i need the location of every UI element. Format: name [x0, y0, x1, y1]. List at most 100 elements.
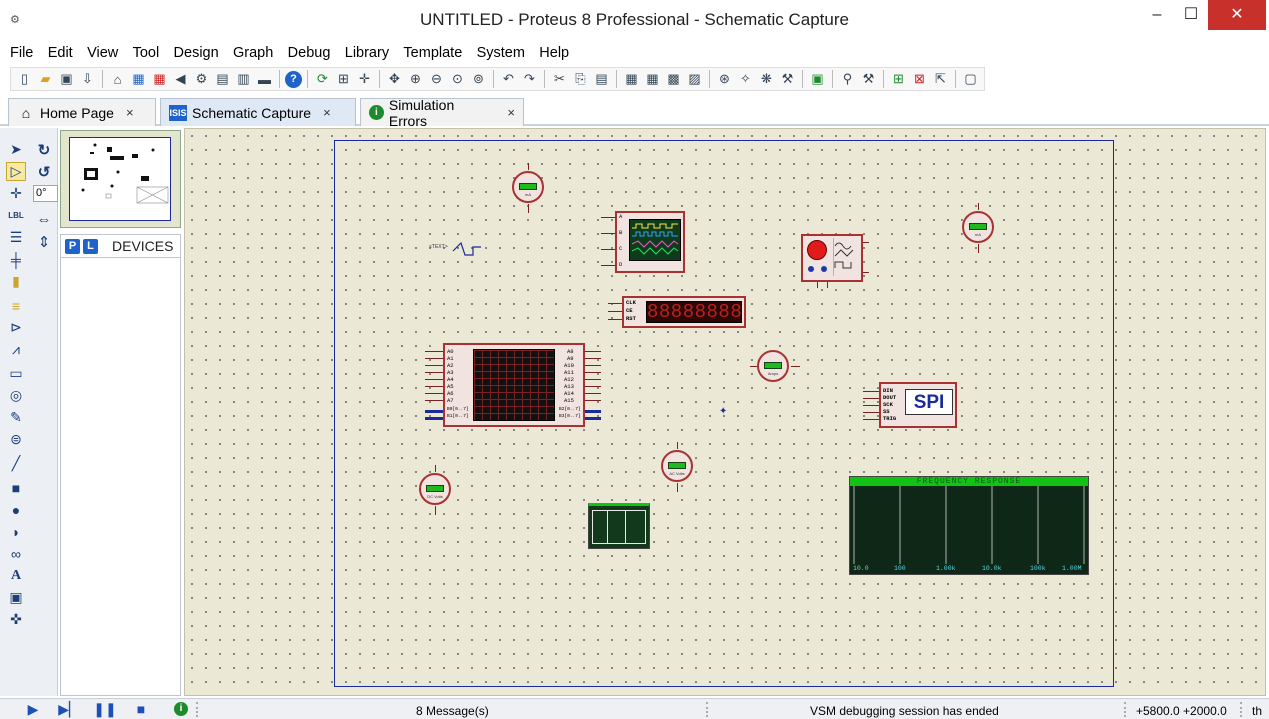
zoom-all-icon[interactable]: ⊙ — [448, 70, 467, 89]
pick-devices-button[interactable]: P — [65, 238, 80, 254]
logic-analyser[interactable]: A0 A1 A2 A3 A4 A5 A6 A7 B0[0..7] B1[0..7… — [425, 341, 601, 431]
netlist-icon[interactable]: ▢ — [961, 70, 980, 89]
block-delete-icon[interactable]: ▨ — [685, 70, 704, 89]
tab-close-icon[interactable]: × — [323, 105, 331, 120]
exit-sheet-icon[interactable]: ⇱ — [931, 70, 950, 89]
play-icon[interactable]: ▶ — [25, 701, 41, 717]
remove-sheet-icon[interactable]: ⊠ — [910, 70, 929, 89]
voltage-probe-icon[interactable]: ✎ — [6, 408, 26, 427]
minimize-button[interactable]: – — [1140, 0, 1174, 30]
import-icon[interactable]: ⇩ — [78, 70, 97, 89]
symbol-icon[interactable]: ▣ — [6, 588, 26, 607]
stop-icon[interactable]: ■ — [133, 701, 149, 717]
junction-dot-icon[interactable]: ✛ — [6, 184, 26, 203]
origin-icon[interactable]: ✛ — [355, 70, 374, 89]
milliammeter-top-left[interactable]: mA — [511, 163, 547, 213]
menu-library[interactable]: Library — [340, 42, 394, 64]
menu-tool[interactable]: Tool — [128, 42, 165, 64]
bus-icon[interactable]: ╪ — [6, 250, 26, 269]
subcircuit-icon[interactable]: ▮ — [6, 272, 26, 291]
design-explorer-icon[interactable]: ▥ — [234, 70, 253, 89]
tape-recorder-icon[interactable]: ▭ — [6, 364, 26, 383]
virtual-instruments-icon[interactable]: ⊜ — [6, 430, 26, 449]
zoom-in-icon[interactable]: ⊕ — [406, 70, 425, 89]
rotate-anticlockwise-icon[interactable]: ↺ — [34, 162, 54, 181]
text-script-icon[interactable]: ☰ — [6, 228, 26, 247]
property-tool-icon[interactable]: ⚒ — [859, 70, 878, 89]
menu-edit[interactable]: Edit — [43, 42, 78, 64]
schematic-canvas[interactable]: mA mA <TEXT> A B C D CLK CE RST 88888888… — [184, 128, 1266, 696]
probe-marker[interactable]: ✦ — [719, 407, 727, 417]
menu-file[interactable]: File — [5, 42, 38, 64]
device-pins-icon[interactable]: ⊳ — [6, 318, 26, 337]
ac-voltmeter[interactable]: AC Volts — [660, 442, 696, 492]
info-icon[interactable]: i — [174, 702, 188, 716]
zoom-out-icon[interactable]: ⊖ — [427, 70, 446, 89]
circle-icon[interactable]: ● — [6, 500, 26, 519]
tab-close-icon[interactable]: × — [507, 105, 515, 120]
block-copy-icon[interactable]: ▦ — [622, 70, 641, 89]
counter-timer[interactable]: CLK CE RST 88888888 — [608, 294, 748, 330]
tab-simulation-errors[interactable]: i Simulation Errors × — [360, 97, 524, 129]
wire-label-icon[interactable]: LBL — [6, 206, 26, 225]
grid-icon[interactable]: ⊞ — [334, 70, 353, 89]
box-icon[interactable]: ■ — [6, 478, 26, 497]
new-file-icon[interactable]: ▯ — [15, 70, 34, 89]
zoom-area-icon[interactable]: ⊚ — [469, 70, 488, 89]
milliammeter-top-right[interactable]: mA — [961, 203, 997, 253]
step-icon[interactable]: ▶▏ — [58, 701, 80, 717]
packaging-tool-icon[interactable]: ❋ — [757, 70, 776, 89]
minus-icon[interactable]: ▬ — [255, 70, 274, 89]
home-icon[interactable]: ⌂ — [108, 70, 127, 89]
paste-icon[interactable]: ▤ — [592, 70, 611, 89]
new-sheet-icon[interactable]: ⊞ — [889, 70, 908, 89]
library-manager-button[interactable]: L — [83, 238, 98, 254]
refresh-icon[interactable]: ⟳ — [313, 70, 332, 89]
isis-icon[interactable]: ▦ — [129, 70, 148, 89]
mirror-horizontal-icon[interactable]: ⇔ — [34, 210, 54, 229]
pick-device-icon[interactable]: ⊛ — [715, 70, 734, 89]
menu-view[interactable]: View — [82, 42, 123, 64]
block-move-icon[interactable]: ▦ — [643, 70, 662, 89]
bom-icon[interactable]: ▤ — [213, 70, 232, 89]
pan-icon[interactable]: ✥ — [385, 70, 404, 89]
ares-icon[interactable]: ▦ — [150, 70, 169, 89]
menu-system[interactable]: System — [472, 42, 530, 64]
devices-list[interactable] — [60, 258, 181, 696]
graph-mode-icon[interactable]: ⩘ — [6, 340, 26, 359]
save-icon[interactable]: ▣ — [57, 70, 76, 89]
cut-icon[interactable]: ✂ — [550, 70, 569, 89]
make-device-icon[interactable]: ✧ — [736, 70, 755, 89]
text-icon[interactable]: A — [6, 566, 26, 585]
message-count[interactable]: 8 Message(s) — [416, 704, 489, 718]
oscilloscope[interactable]: A B C D — [599, 209, 687, 275]
generator-icon[interactable]: ◎ — [6, 386, 26, 405]
dc-voltmeter[interactable]: DC Volts — [418, 465, 454, 515]
overview-window[interactable] — [60, 130, 181, 228]
digital-graph[interactable] — [588, 503, 650, 549]
terminals-icon[interactable]: ≡ — [6, 296, 26, 315]
menu-graph[interactable]: Graph — [228, 42, 278, 64]
wire-autorouter-icon[interactable]: ▣ — [808, 70, 827, 89]
marker-icon[interactable]: ✜ — [6, 610, 26, 629]
arc-icon[interactable]: ◗ — [6, 522, 26, 541]
menu-design[interactable]: Design — [169, 42, 224, 64]
pause-icon[interactable]: ❚❚ — [93, 701, 116, 717]
redo-icon[interactable]: ↷ — [520, 70, 539, 89]
help-icon[interactable]: ? — [285, 70, 302, 88]
library-icon[interactable]: ⚙ — [192, 70, 211, 89]
copy-icon[interactable]: ⎘ — [571, 70, 590, 89]
undo-icon[interactable]: ↶ — [499, 70, 518, 89]
selection-mode-icon[interactable]: ➤ — [6, 140, 26, 159]
menu-help[interactable]: Help — [534, 42, 574, 64]
component-mode-icon[interactable]: ▷ — [6, 162, 26, 181]
tab-home-page[interactable]: ⌂ Home Page × — [8, 98, 156, 126]
signal-generator[interactable] — [799, 232, 869, 288]
close-button[interactable]: ✕ — [1208, 0, 1266, 30]
decompose-icon[interactable]: ⚒ — [778, 70, 797, 89]
rotation-field[interactable]: 0° — [33, 185, 58, 202]
block-rotate-icon[interactable]: ▩ — [664, 70, 683, 89]
back-icon[interactable]: ◀ — [171, 70, 190, 89]
open-folder-icon[interactable]: ▰ — [36, 70, 55, 89]
maximize-button[interactable]: ☐ — [1174, 0, 1208, 30]
